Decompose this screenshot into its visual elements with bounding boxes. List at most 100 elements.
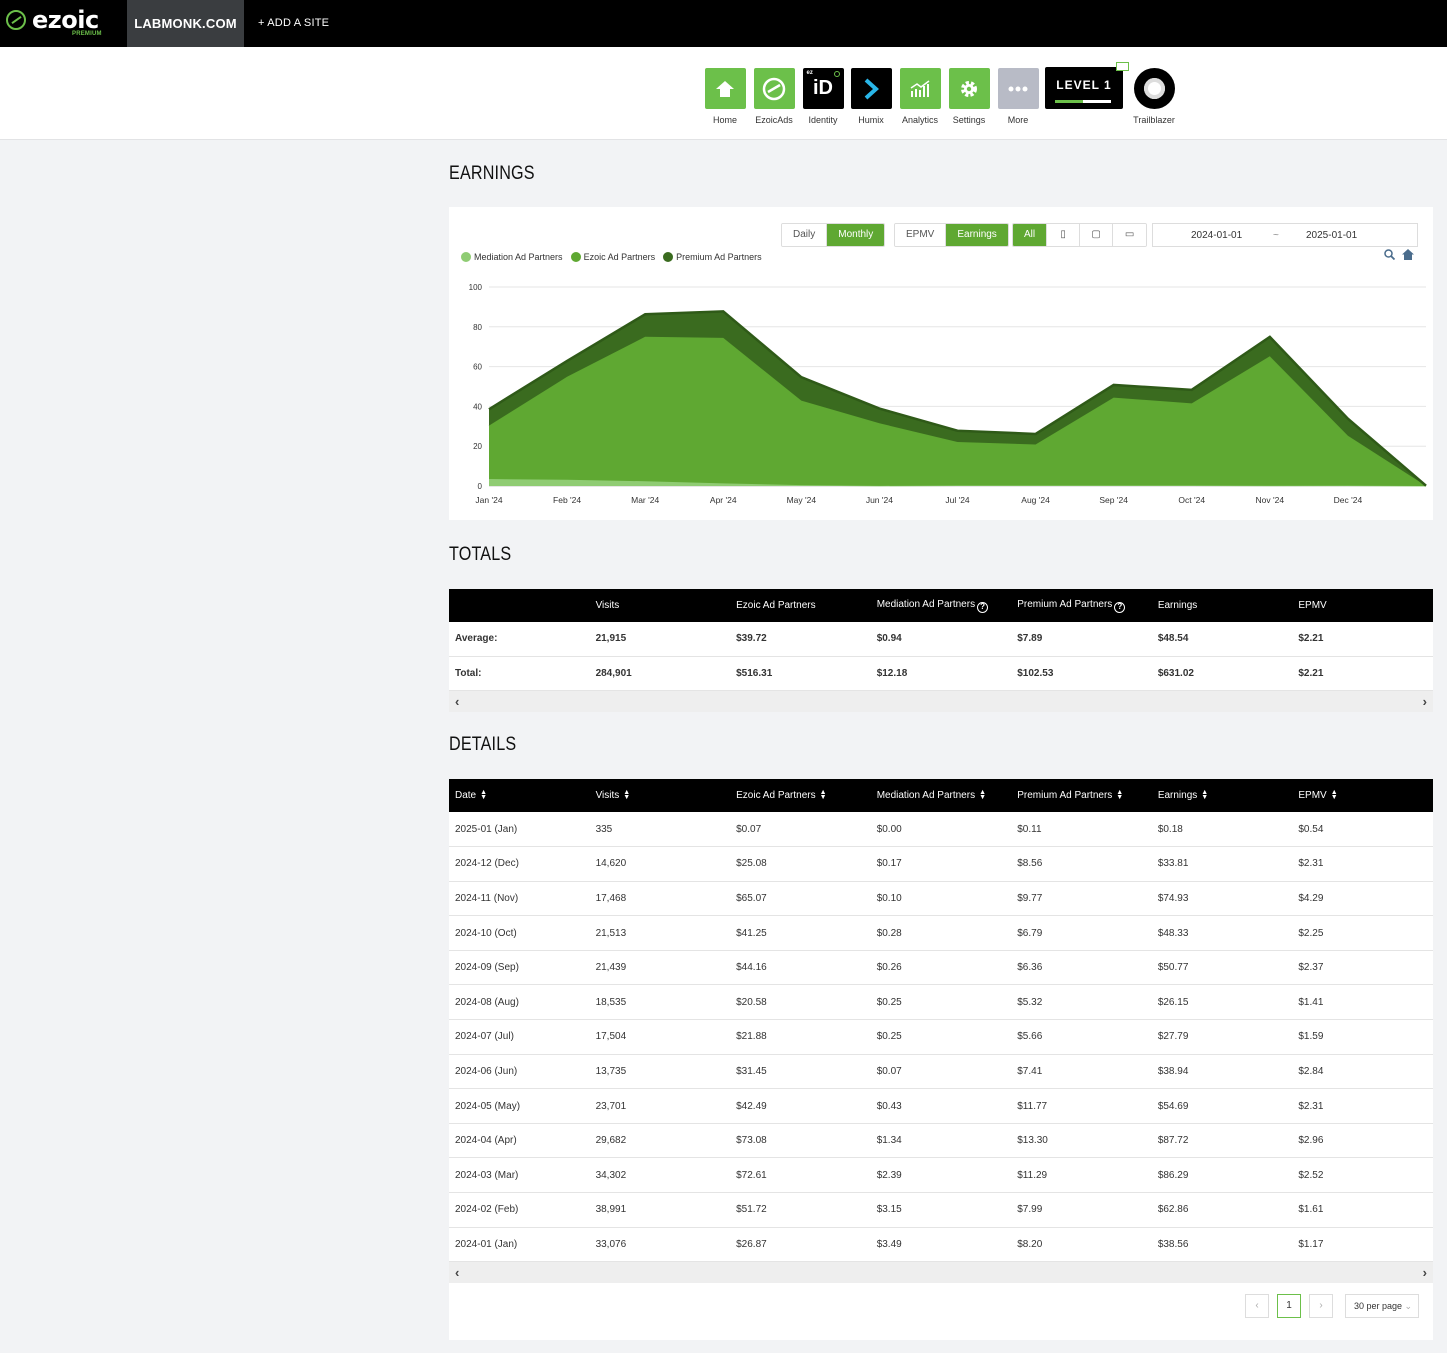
col-header: Visits (589, 589, 731, 622)
table-cell: $0.18 (1151, 812, 1293, 848)
col-header: Ezoic Ad Partners (730, 589, 871, 622)
nav-more[interactable]: More (997, 68, 1039, 125)
table-cell: $86.29 (1151, 1157, 1293, 1194)
totals-cell: $2.21 (1292, 622, 1433, 657)
table-cell: 2024-08 (Aug) (449, 984, 590, 1021)
x-tick-label: Feb '24 (553, 495, 581, 505)
table-cell: 2024-07 (Jul) (449, 1019, 590, 1055)
sort-icon[interactable]: ▲ ▼ (1331, 789, 1338, 801)
table-cell: $0.43 (870, 1088, 1012, 1124)
add-site-link[interactable]: + ADD A SITE (258, 0, 329, 47)
table-row: 2024-07 (Jul) 17,504 $21.88 $0.25 $5.66 $27.7… (449, 1019, 1433, 1055)
table-cell: $2.52 (1292, 1157, 1433, 1194)
trailblazer-profile[interactable]: Trailblazer (1133, 68, 1175, 125)
table-cell: $2.31 (1292, 846, 1433, 882)
nav-humix[interactable]: Humix (850, 68, 892, 125)
sortable-col-header[interactable]: Premium Ad Partners ▲ ▼ (1011, 779, 1152, 812)
sort-icon[interactable]: ▲ ▼ (1116, 789, 1123, 801)
sortable-col-header[interactable]: Earnings ▲ ▼ (1151, 779, 1293, 812)
table-cell: $3.15 (870, 1192, 1012, 1228)
table-row: 2024-09 (Sep) 21,439 $44.16 $0.26 $6.36 $50.7… (449, 950, 1433, 986)
y-tick-label: 80 (473, 323, 482, 332)
sortable-col-header[interactable]: Mediation Ad Partners ▲ ▼ (870, 779, 1012, 812)
scroll-right-icon[interactable]: › (1423, 1265, 1427, 1280)
next-page-button[interactable]: › (1309, 1294, 1333, 1318)
table-cell: $2.31 (1292, 1088, 1433, 1124)
table-cell: $0.00 (870, 812, 1012, 848)
nav-home[interactable]: Home (704, 68, 746, 125)
prev-page-button[interactable]: ‹ (1245, 1294, 1269, 1318)
table-row: 2024-11 (Nov) 17,468 $65.07 $0.10 $9.77 $74.9… (449, 881, 1433, 917)
table-cell: 2024-03 (Mar) (449, 1157, 590, 1194)
table-cell: $11.29 (1011, 1157, 1152, 1194)
sort-icon[interactable]: ▲ ▼ (979, 789, 986, 801)
table-cell: $26.15 (1151, 984, 1293, 1021)
sortable-col-header[interactable]: EPMV ▲ ▼ (1292, 779, 1433, 812)
app-nav: Home EzoicAds ez iD Identity Humix Analy… (0, 47, 1447, 140)
table-cell: $33.81 (1151, 846, 1293, 882)
table-cell: $0.07 (730, 812, 871, 848)
site-tab[interactable]: LABMONK.COM (127, 0, 244, 47)
totals-card: Visits Ezoic Ad Partners Mediation Ad Pa… (449, 589, 1433, 712)
level-badge[interactable]: LEVEL 1 (1045, 62, 1129, 109)
sort-icon[interactable]: ▲ ▼ (623, 789, 630, 801)
table-cell: $0.17 (870, 846, 1012, 882)
details-table: Date ▲ ▼ Visits ▲ ▼ Ezoic Ad Partners ▲ ▼ Mediati… (449, 779, 1433, 1263)
table-cell: $41.25 (730, 915, 871, 951)
col-header-label: Visits (595, 790, 620, 801)
table-cell: $87.72 (1151, 1123, 1293, 1159)
identity-badge-icon (833, 71, 840, 77)
pagination: ‹ 1 › 30 per page ⌄ (1245, 1294, 1419, 1318)
totals-cell: Average: (449, 622, 590, 657)
mail-icon[interactable] (1116, 62, 1129, 71)
nav-analytics[interactable]: Analytics (899, 68, 941, 125)
identity-text: iD (813, 77, 833, 99)
page-number-button[interactable]: 1 (1277, 1294, 1301, 1318)
scroll-left-icon[interactable]: ‹ (455, 694, 459, 709)
totals-cell: 284,901 (589, 656, 731, 691)
more-icon (997, 68, 1039, 109)
table-row: 2025-01 (Jan) 335 $0.07 $0.00 $0.11 $0.18 $0.5… (449, 812, 1433, 848)
y-tick-label: 100 (469, 283, 483, 292)
table-cell: $44.16 (730, 950, 871, 986)
col-header-label: Date (455, 790, 477, 801)
per-page-value: 30 per page (1354, 1301, 1403, 1311)
horizontal-scrollbar[interactable]: ‹ › (449, 1262, 1433, 1284)
nav-ezoicads[interactable]: EzoicAds (753, 68, 795, 125)
table-cell: 33,076 (589, 1227, 731, 1263)
nav-identity[interactable]: ez iD Identity (802, 68, 844, 125)
x-tick-label: Dec '24 (1334, 495, 1363, 505)
sort-icon[interactable]: ▲ ▼ (820, 789, 827, 801)
totals-title: TOTALS (449, 544, 512, 565)
col-header-label: Premium Ad Partners (1017, 598, 1113, 610)
table-cell: $7.41 (1011, 1054, 1152, 1090)
scroll-left-icon[interactable]: ‹ (455, 1265, 459, 1280)
help-icon[interactable]: ? (977, 601, 989, 613)
scroll-right-icon[interactable]: › (1423, 694, 1427, 709)
per-page-select[interactable]: 30 per page ⌄ (1345, 1294, 1419, 1318)
earnings-chart-card: Daily Monthly EPMV Earnings All ▯ ▢ ▭ 20… (449, 207, 1433, 520)
totals-cell: $0.94 (870, 622, 1012, 657)
table-cell: 2024-02 (Feb) (449, 1192, 590, 1228)
nav-settings[interactable]: Settings (948, 68, 990, 125)
sortable-col-header[interactable]: Visits ▲ ▼ (589, 779, 731, 812)
totals-cell: 21,915 (589, 622, 731, 657)
table-cell: $2.37 (1292, 950, 1433, 986)
ezoic-logo[interactable]: ezoic PREMIUM (6, 6, 116, 40)
table-row: 2024-10 (Oct) 21,513 $41.25 $0.28 $6.79 $48.3… (449, 915, 1433, 951)
x-tick-label: Mar '24 (631, 495, 659, 505)
analytics-icon (899, 68, 941, 109)
table-cell: $7.99 (1011, 1192, 1152, 1228)
horizontal-scrollbar[interactable]: ‹ › (449, 690, 1433, 712)
totals-header-row: Visits Ezoic Ad Partners Mediation Ad Pa… (449, 589, 1433, 622)
totals-table: Visits Ezoic Ad Partners Mediation Ad Pa… (449, 589, 1433, 691)
sortable-col-header[interactable]: Ezoic Ad Partners ▲ ▼ (730, 779, 871, 812)
table-cell: $11.77 (1011, 1088, 1152, 1124)
table-cell: 2024-09 (Sep) (449, 950, 590, 986)
sort-icon[interactable]: ▲ ▼ (1201, 789, 1208, 801)
table-cell: $5.32 (1011, 984, 1152, 1021)
table-cell: $13.30 (1011, 1123, 1152, 1159)
sort-icon[interactable]: ▲ ▼ (480, 789, 487, 801)
sortable-col-header[interactable]: Date ▲ ▼ (449, 779, 590, 812)
help-icon[interactable]: ? (1114, 601, 1126, 613)
